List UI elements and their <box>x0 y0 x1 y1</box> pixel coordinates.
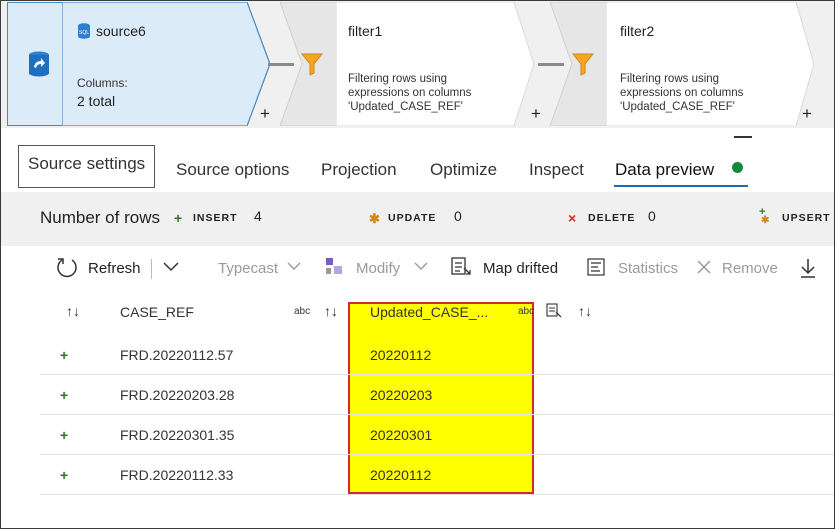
close-icon <box>697 260 711 274</box>
source-columns-label: Columns: <box>77 76 128 90</box>
string-type-icon: abc <box>518 306 535 317</box>
add-transform-button[interactable]: + <box>531 105 541 122</box>
cell-case-ref[interactable]: FRD.20220112.33 <box>120 467 233 483</box>
tab-source-options[interactable]: Source options <box>176 160 289 180</box>
remove-button[interactable]: Remove <box>722 260 778 277</box>
add-transform-button[interactable]: + <box>260 105 270 122</box>
update-value: 0 <box>454 208 462 224</box>
sort-icon[interactable]: ↑↓ <box>578 303 592 319</box>
chevron-down-icon[interactable] <box>414 262 428 271</box>
map-drifted-icon <box>451 257 471 275</box>
sql-badge-icon: SQL <box>78 23 90 39</box>
cell-updated-case-ref[interactable]: 20220203 <box>370 387 432 403</box>
tab-inspect[interactable]: Inspect <box>529 160 584 180</box>
typecast-button[interactable]: Typecast <box>218 260 278 277</box>
sort-icon[interactable]: ↑↓ <box>324 303 338 319</box>
column-header-case-ref[interactable]: CASE_REF <box>120 304 194 320</box>
delete-icon: × <box>568 210 577 226</box>
tab-data-preview[interactable]: Data preview <box>615 160 714 180</box>
source-node-name: source6 <box>96 23 146 39</box>
map-column-icon[interactable] <box>546 303 562 319</box>
active-tab-indicator <box>614 185 748 187</box>
filter2-description: Filtering rows using expressions on colu… <box>620 73 744 113</box>
upsert-icon-star: ✱ <box>761 215 770 226</box>
collapse-handle[interactable] <box>734 136 752 138</box>
column-header-updated-case-ref[interactable]: Updated_CASE_... <box>370 304 488 320</box>
update-icon: ✱ <box>369 211 380 226</box>
sql-database-icon <box>29 51 49 77</box>
insert-value: 4 <box>254 208 262 224</box>
cell-updated-case-ref[interactable]: 20220301 <box>370 427 432 443</box>
chevron-down-icon[interactable] <box>287 262 301 271</box>
map-drifted-button[interactable]: Map drifted <box>483 260 558 277</box>
pipeline-canvas: SQL source6 Columns: 2 total + filter1 F… <box>0 0 835 128</box>
toolbar-divider <box>151 259 152 279</box>
insert-row-icon: + <box>60 467 69 483</box>
add-transform-button[interactable]: + <box>802 105 812 122</box>
modify-button[interactable]: Modify <box>356 260 400 277</box>
tab-source-settings[interactable]: Source settings <box>18 145 156 188</box>
cell-updated-case-ref[interactable]: 20220112 <box>370 467 431 483</box>
cell-case-ref[interactable]: FRD.20220203.28 <box>120 387 234 403</box>
cell-case-ref[interactable]: FRD.20220301.35 <box>120 427 234 443</box>
number-of-rows-label: Number of rows <box>40 208 160 227</box>
download-icon[interactable] <box>800 257 816 279</box>
refresh-button[interactable]: Refresh <box>88 260 141 277</box>
delete-value: 0 <box>648 208 656 224</box>
update-label: UPDATE <box>388 212 437 224</box>
filter1-name: filter1 <box>348 23 383 39</box>
row-sort-icon[interactable]: ↑↓ <box>66 303 80 319</box>
status-dot-icon <box>732 162 743 173</box>
row-divider <box>40 454 835 455</box>
row-divider <box>40 494 835 495</box>
row-divider <box>40 414 835 415</box>
refresh-icon[interactable] <box>56 256 78 278</box>
delete-label: DELETE <box>588 212 636 224</box>
funnel-icon <box>572 53 594 76</box>
cell-updated-case-ref[interactable]: 20220112 <box>370 347 431 363</box>
source-columns-value: 2 total <box>77 93 116 109</box>
funnel-icon <box>301 53 323 76</box>
modify-icon <box>326 258 342 274</box>
row-divider <box>40 374 835 375</box>
cell-case-ref[interactable]: FRD.20220112.57 <box>120 347 233 363</box>
tab-projection[interactable]: Projection <box>321 160 397 180</box>
insert-row-icon: + <box>60 347 69 363</box>
insert-icon: + <box>174 210 183 226</box>
statistics-button[interactable]: Statistics <box>618 260 678 277</box>
insert-row-icon: + <box>60 387 69 403</box>
insert-row-icon: + <box>60 427 69 443</box>
tab-optimize[interactable]: Optimize <box>430 160 497 180</box>
upsert-label: UPSERT <box>782 212 831 224</box>
svg-text:SQL: SQL <box>79 30 89 36</box>
string-type-icon: abc <box>294 306 311 317</box>
filter1-description: Filtering rows using expressions on colu… <box>348 73 472 113</box>
filter2-name: filter2 <box>620 23 655 39</box>
chevron-down-icon[interactable] <box>163 262 179 272</box>
statistics-icon <box>587 258 605 276</box>
insert-label: INSERT <box>193 212 238 224</box>
